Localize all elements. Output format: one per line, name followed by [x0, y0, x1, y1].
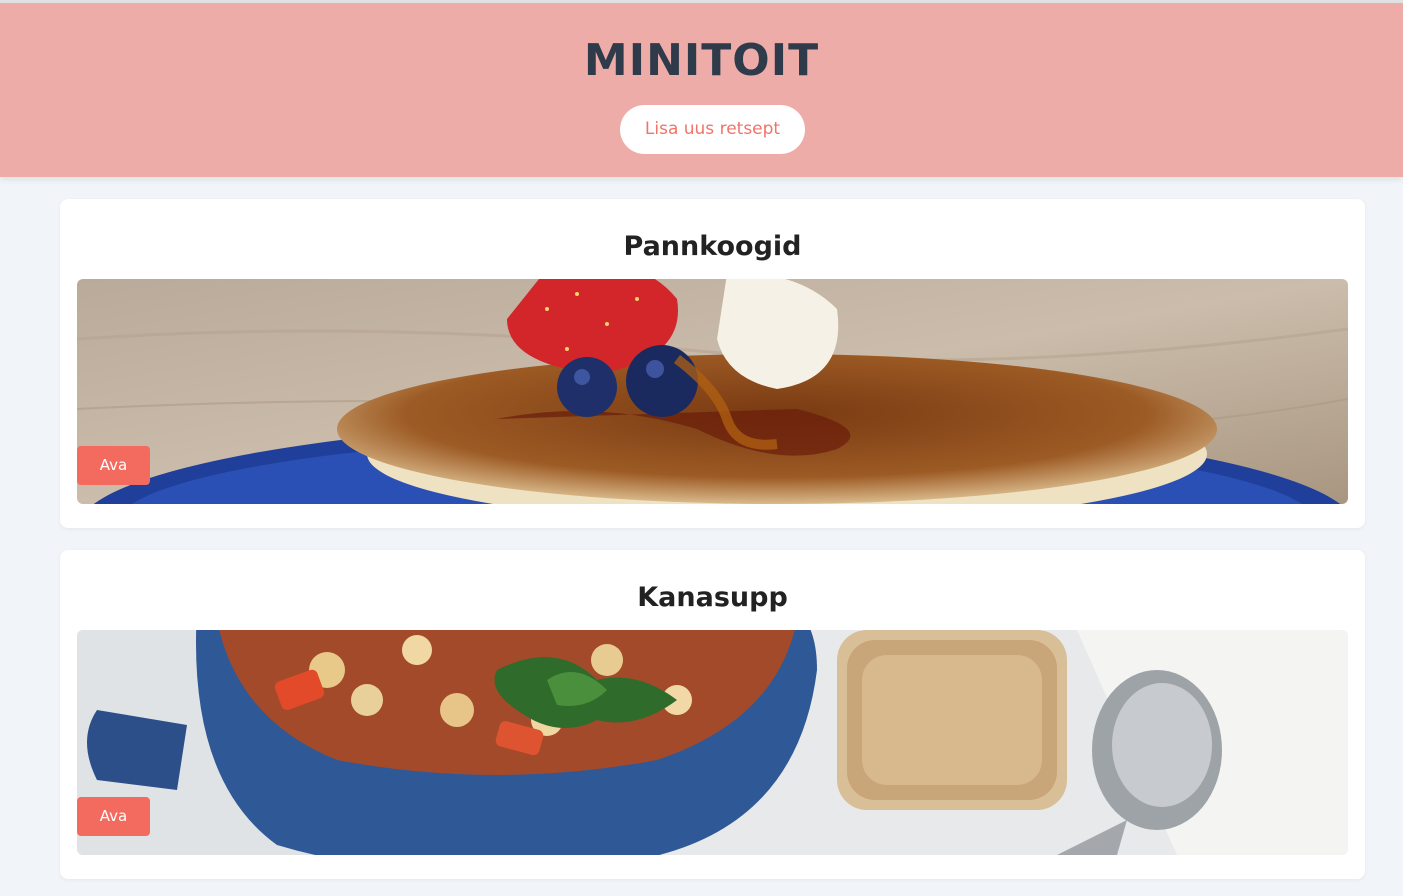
- open-recipe-button[interactable]: Ava: [77, 797, 150, 836]
- recipe-title: Pannkoogid: [623, 231, 802, 262]
- pancakes-photo-icon: [77, 279, 1348, 504]
- site-title: MINITOIT: [583, 35, 820, 86]
- recipe-title: Kanasupp: [637, 582, 788, 613]
- recipe-card: Pannkoogid Ava: [60, 199, 1365, 528]
- soup-photo-icon: [77, 630, 1348, 855]
- add-recipe-button[interactable]: Lisa uus retsept: [620, 105, 805, 154]
- recipe-image: [77, 630, 1348, 855]
- site-header: MINITOIT Lisa uus retsept: [0, 3, 1403, 177]
- recipe-image: [77, 279, 1348, 504]
- recipe-card: Kanasupp Ava: [60, 550, 1365, 879]
- open-recipe-button[interactable]: Ava: [77, 446, 150, 485]
